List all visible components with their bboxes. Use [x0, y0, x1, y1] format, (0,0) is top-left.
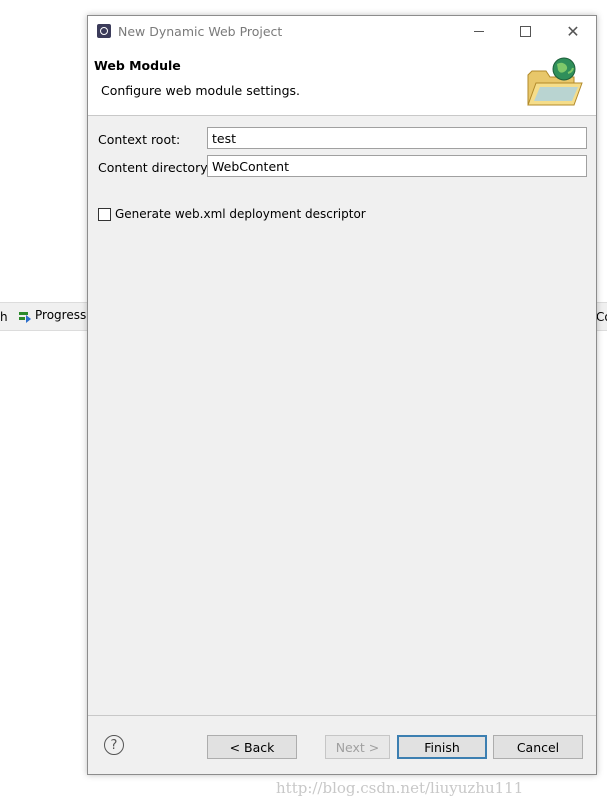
background-tab-fragment-right[interactable]: Co [596, 310, 607, 324]
next-button[interactable]: Next > [325, 735, 390, 759]
progress-tab[interactable]: Progress [18, 308, 87, 323]
content-directory-input[interactable] [207, 155, 587, 177]
finish-button[interactable]: Finish [397, 735, 487, 759]
generate-web-xml-checkbox[interactable] [98, 207, 111, 221]
minimize-button[interactable] [456, 16, 502, 47]
new-dynamic-web-project-dialog: New Dynamic Web Project ✕ Web Module Con… [87, 15, 597, 775]
context-root-input[interactable] [207, 127, 587, 149]
page-description: Configure web module settings. [101, 83, 301, 98]
context-root-label: Context root: [98, 132, 181, 147]
eclipse-icon [97, 24, 111, 38]
progress-icon [18, 309, 31, 323]
window-title: New Dynamic Web Project [118, 24, 283, 39]
minimize-icon [474, 31, 484, 32]
maximize-icon [519, 26, 531, 37]
content-directory-label: Content directory: [98, 160, 211, 175]
footer-separator [88, 715, 596, 716]
web-folder-globe-icon [527, 57, 583, 106]
page-title: Web Module [94, 58, 181, 73]
generate-web-xml-label: Generate web.xml deployment descriptor [115, 207, 366, 221]
close-icon: ✕ [566, 21, 580, 41]
close-button[interactable]: ✕ [550, 16, 596, 47]
progress-tab-label: Progress [35, 308, 87, 322]
cancel-button[interactable]: Cancel [493, 735, 583, 759]
background-tab-fragment[interactable]: h [0, 310, 8, 324]
maximize-button[interactable] [502, 16, 548, 47]
back-button[interactable]: < Back [207, 735, 297, 759]
title-bar[interactable]: New Dynamic Web Project ✕ [88, 16, 596, 47]
wizard-header: Web Module Configure web module settings… [88, 47, 596, 116]
watermark-text: http://blog.csdn.net/liuyuzhu111 [276, 779, 524, 797]
help-icon[interactable]: ? [104, 735, 124, 755]
generate-web-xml-option[interactable]: Generate web.xml deployment descriptor [98, 207, 366, 221]
